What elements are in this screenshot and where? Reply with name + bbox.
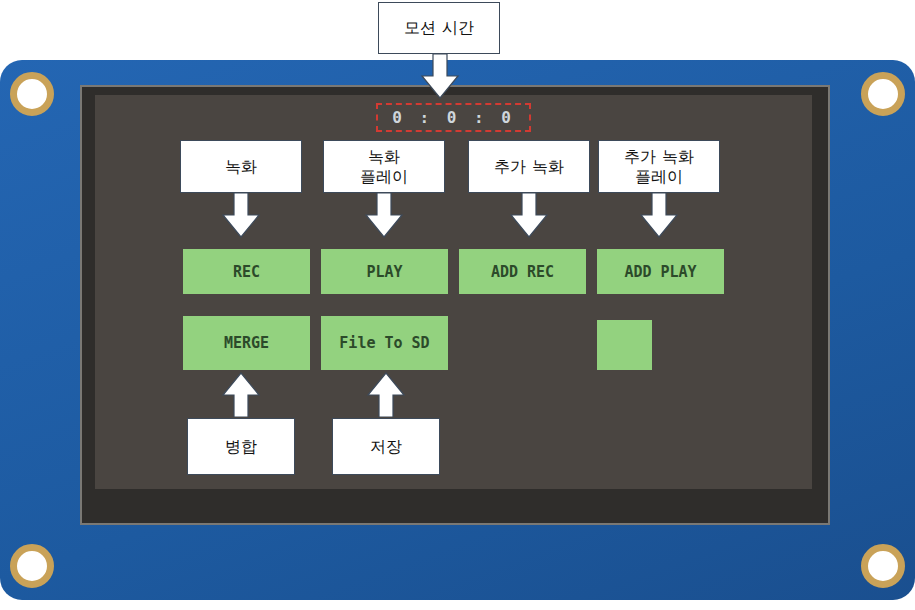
mounting-hole <box>10 72 54 116</box>
arrow-down-icon <box>420 54 460 99</box>
callout: 추가 녹화 <box>468 140 590 193</box>
screen-button[interactable]: ADD REC <box>459 249 586 294</box>
callout: 녹화 플레이 <box>323 140 445 193</box>
screen-button[interactable]: PLAY <box>321 249 448 294</box>
callout: 병합 <box>187 418 295 475</box>
mounting-hole <box>861 544 905 588</box>
annotated-board: 0 : 0 : 0 RECPLAYADD RECADD PLAY MERGEFile… <box>0 0 915 610</box>
screen-button[interactable]: ADD PLAY <box>597 249 724 294</box>
motion-time: 0 : 0 : 0 <box>376 103 531 132</box>
mounting-hole <box>10 544 54 588</box>
arrow-down-icon <box>221 193 261 238</box>
discovery-board: 0 : 0 : 0 RECPLAYADD RECADD PLAY MERGEFile… <box>0 60 915 600</box>
mounting-hole <box>861 72 905 116</box>
callout: 녹화 <box>180 140 302 193</box>
arrow-down-icon <box>364 193 404 238</box>
callout: 모션 시간 <box>378 2 500 54</box>
arrow-up-icon <box>366 372 406 417</box>
indicator-square <box>597 320 652 370</box>
screen-button[interactable]: MERGE <box>183 316 310 370</box>
callout: 저장 <box>332 418 440 475</box>
button-grid: RECPLAYADD RECADD PLAY MERGEFile To SD <box>183 249 724 370</box>
arrow-down-icon <box>639 193 679 238</box>
screen-button[interactable]: File To SD <box>321 316 448 370</box>
callout: 추가 녹화 플레이 <box>598 140 720 193</box>
arrow-up-icon <box>221 372 261 417</box>
screen-button[interactable]: REC <box>183 249 310 294</box>
arrow-down-icon <box>509 193 549 238</box>
